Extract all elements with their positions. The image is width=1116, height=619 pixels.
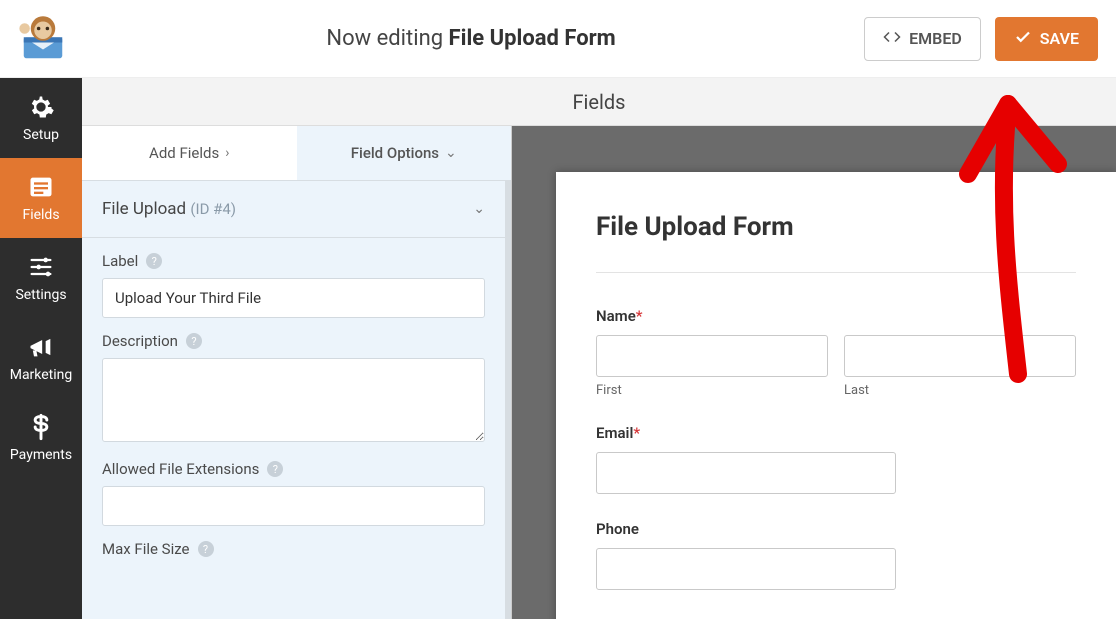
help-icon[interactable]: ? [267,461,283,477]
rail-item-setup[interactable]: Setup [0,78,82,158]
first-name-col: First [596,335,828,398]
chevron-down-icon: ⌄ [445,145,457,161]
form-preview[interactable]: File Upload Form Name* First [556,172,1116,619]
last-name-col: Last [844,335,1076,398]
name-row: First Last [596,335,1076,398]
chevron-right-icon: › [225,145,229,161]
field-email[interactable]: Email* [596,424,1076,494]
row-extensions: Allowed File Extensions ? [82,446,505,526]
preview-area: File Upload Form Name* First [512,126,1116,619]
list-icon [27,173,55,201]
rail-label: Settings [15,287,66,303]
rail-item-settings[interactable]: Settings [0,238,82,318]
embed-label: EMBED [909,29,962,48]
preview-form-title: File Upload Form [596,212,1076,242]
description-input[interactable] [102,358,485,442]
workspace: Setup Fields Settings Marketing Payments… [0,78,1116,619]
rail-label: Marketing [10,367,73,383]
extensions-input[interactable] [102,486,485,526]
help-icon[interactable]: ? [146,253,162,269]
phone-input[interactable] [596,548,896,590]
row-label: Label ? [82,238,505,318]
phone-label: Phone [596,520,1076,538]
last-sublabel: Last [844,383,1076,398]
tab-field-options[interactable]: Field Options ⌄ [297,126,512,180]
panel-tabs: Add Fields › Field Options ⌄ [82,126,511,180]
code-icon [883,28,901,50]
first-sublabel: First [596,383,828,398]
top-actions: EMBED SAVE [864,17,1098,61]
name-label-text: Name [596,307,636,325]
field-options-header[interactable]: File Upload (ID #4) ⌄ [82,180,505,238]
field-id-label: (ID #4) [190,200,236,218]
maxsize-text: Max File Size [102,540,190,558]
top-bar: Now editing File Upload Form EMBED SAVE [0,0,1116,78]
sliders-icon [27,253,55,281]
row-description: Description ? [82,318,505,446]
section-header: Fields [82,78,1116,126]
options-panel: Add Fields › Field Options ⌄ File Upload… [82,126,512,619]
email-input[interactable] [596,452,896,494]
section-title: Fields [573,90,626,114]
embed-button[interactable]: EMBED [864,17,981,61]
app-logo [8,11,78,67]
last-name-input[interactable] [844,335,1076,377]
email-label: Email* [596,424,1076,442]
editing-form-name: File Upload Form [449,26,616,51]
nav-rail: Setup Fields Settings Marketing Payments [0,78,82,619]
extensions-title: Allowed File Extensions ? [102,460,485,478]
rail-item-fields[interactable]: Fields [0,158,82,238]
email-label-text: Email [596,424,633,442]
label-title: Label ? [102,252,485,270]
field-type-label: File Upload [102,199,186,219]
required-marker: * [633,424,640,442]
panel-body: File Upload (ID #4) ⌄ Label ? [82,180,511,619]
label-input[interactable] [102,278,485,318]
tab-add-label: Add Fields [149,144,219,162]
field-name[interactable]: Name* First Last [596,307,1076,398]
rail-label: Fields [22,207,59,223]
dollar-icon [27,413,55,441]
gear-icon [27,93,55,121]
editing-title: Now editing File Upload Form [78,26,864,51]
save-label: SAVE [1040,29,1079,48]
rail-label: Setup [23,127,59,143]
maxsize-title: Max File Size ? [102,540,485,558]
divider [596,272,1076,273]
check-icon [1014,28,1032,50]
tab-add-fields[interactable]: Add Fields › [82,126,297,180]
main-area: Fields Add Fields › Field Options ⌄ [82,78,1116,619]
name-label: Name* [596,307,1076,325]
description-text: Description [102,332,178,350]
rail-label: Payments [10,447,72,463]
field-phone[interactable]: Phone [596,520,1076,590]
description-title: Description ? [102,332,485,350]
required-marker: * [636,307,643,325]
help-icon[interactable]: ? [198,541,214,557]
tab-options-label: Field Options [351,144,439,162]
chevron-down-icon: ⌄ [473,201,485,217]
help-icon[interactable]: ? [186,333,202,349]
bullhorn-icon [27,333,55,361]
row-maxsize: Max File Size ? [82,526,505,558]
save-button[interactable]: SAVE [995,17,1098,61]
label-text: Label [102,252,138,270]
editing-prefix: Now editing [326,26,448,51]
rail-item-payments[interactable]: Payments [0,398,82,478]
rail-item-marketing[interactable]: Marketing [0,318,82,398]
field-type-title: File Upload (ID #4) [102,199,236,219]
extensions-text: Allowed File Extensions [102,460,259,478]
columns: Add Fields › Field Options ⌄ File Upload… [82,126,1116,619]
first-name-input[interactable] [596,335,828,377]
